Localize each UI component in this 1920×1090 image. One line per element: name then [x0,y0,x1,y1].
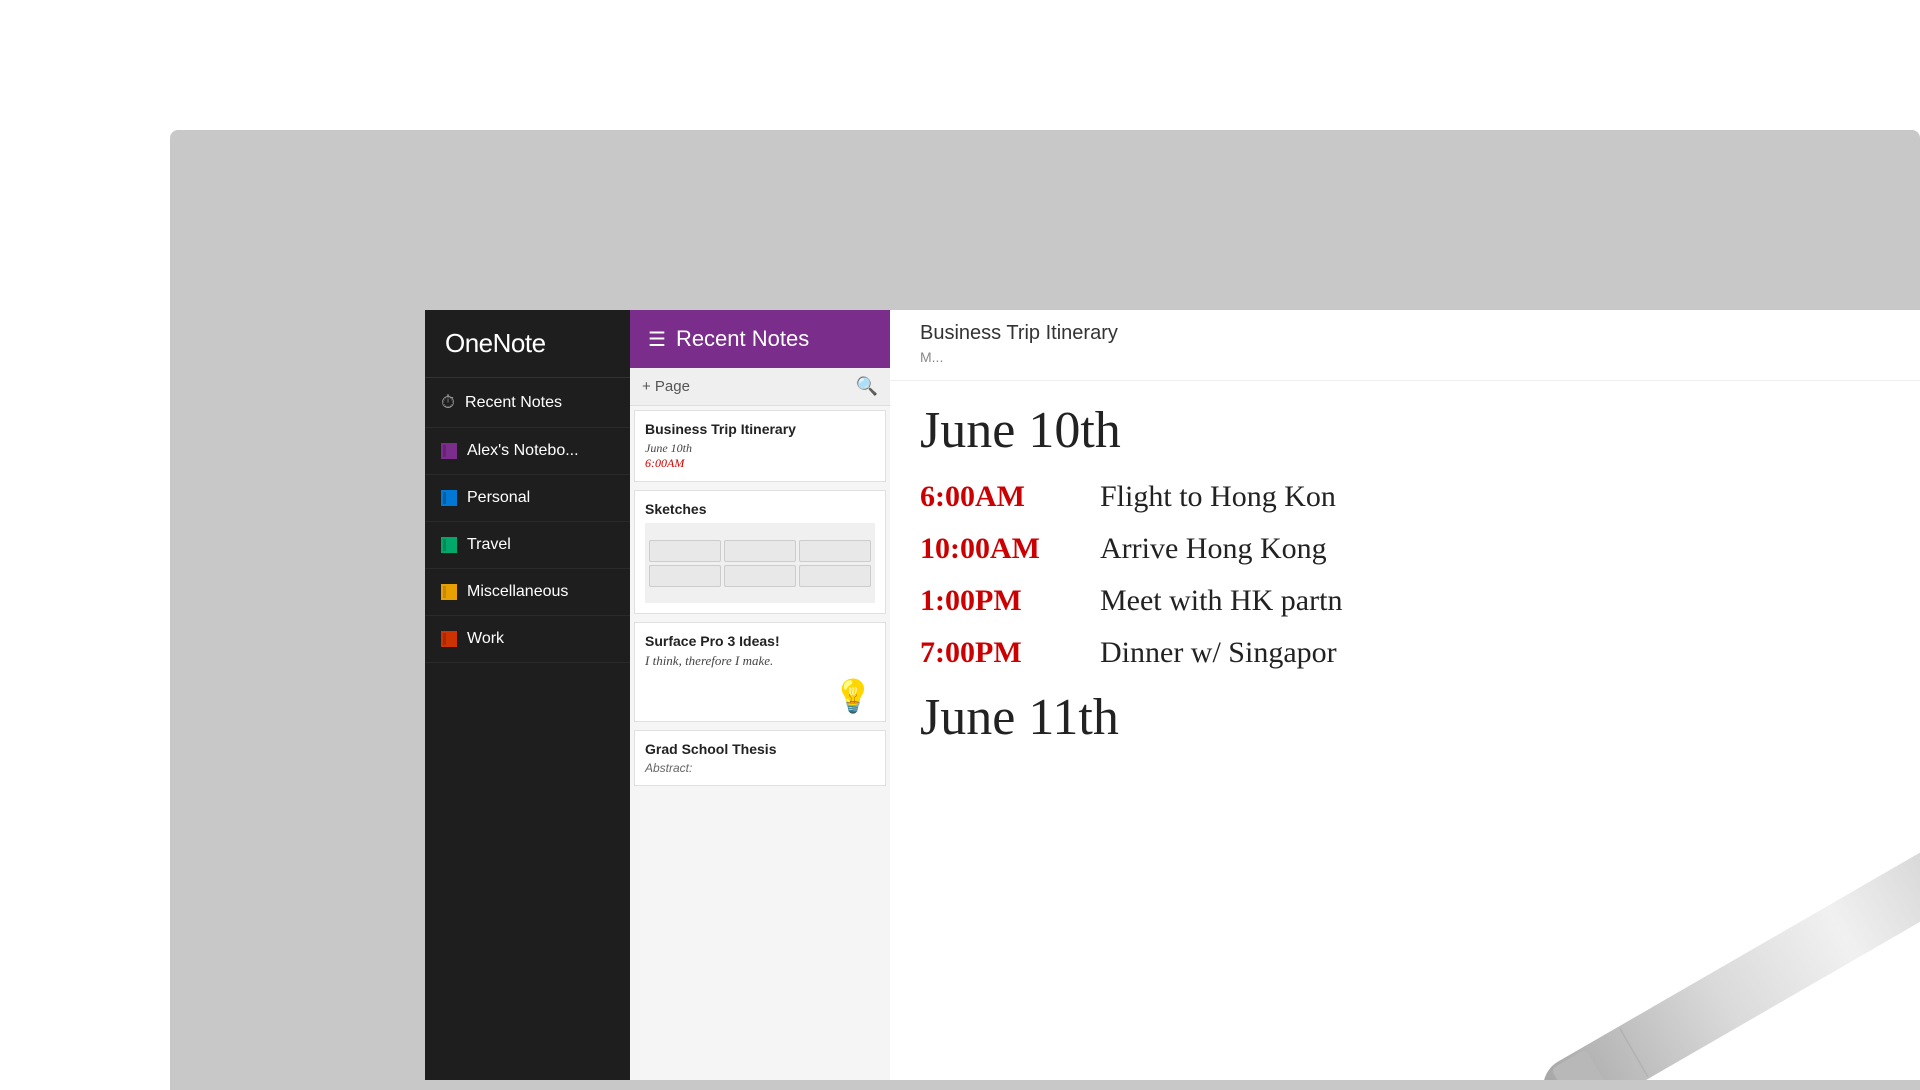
add-page-label: + Page [642,378,690,395]
pages-panel: ☰ Recent Notes + Page 🔍 Business Trip It… [630,310,890,1080]
page-item-surface-pro[interactable]: Surface Pro 3 Ideas! I think, therefore … [634,622,886,722]
time-entry-1: 6:00AM Flight to Hong Kon [920,480,1890,514]
notebook-icon-misc [441,584,457,600]
pages-toolbar: + Page 🔍 [630,368,890,406]
page-item-grad-school[interactable]: Grad School Thesis Abstract: [634,730,886,786]
sidebar-item-travel[interactable]: Travel [425,522,630,569]
page-preview-abstract: Abstract: [645,761,875,775]
time-desc-1: Flight to Hong Kon [1100,480,1336,514]
notebook-icon-personal [441,490,457,506]
sidebar-item-miscellaneous[interactable]: Miscellaneous [425,569,630,616]
lightbulb-icon: 💡 [833,677,873,715]
page-preview-time: 6:00AM [645,456,875,471]
page-title-grad-school: Grad School Thesis [645,741,875,757]
page-title-sketches: Sketches [645,501,875,517]
time-label-2: 10:00AM [920,532,1080,566]
sketch-box-2 [724,540,796,562]
sidebar-item-work-label: Work [467,630,504,648]
sidebar-item-travel-label: Travel [467,536,511,554]
sketch-grid [645,536,875,591]
note-header-sub: M... [920,349,943,365]
page-item-business-trip[interactable]: Business Trip Itinerary June 10th 6:00AM [634,410,886,482]
search-button[interactable]: 🔍 [856,376,878,397]
sidebar-item-alexs-notebook[interactable]: Alex's Notebo... [425,428,630,475]
pages-header: ☰ Recent Notes [630,310,890,368]
sidebar-item-personal-label: Personal [467,489,530,507]
sidebar-item-recent-label: Recent Notes [465,394,562,412]
top-white-margin [0,0,1920,135]
time-entry-2: 10:00AM Arrive Hong Kong [920,532,1890,566]
pages-panel-title: Recent Notes [676,326,809,352]
main-content: Business Trip Itinerary M... June 10th 6… [890,310,1920,1080]
search-icon: 🔍 [856,376,878,396]
sidebar: OneNote ⏱ Recent Notes Alex's Notebo... … [425,310,630,1080]
app-title: OneNote [425,310,630,378]
time-entry-4: 7:00PM Dinner w/ Singapor [920,636,1890,670]
sidebar-item-recent[interactable]: ⏱ Recent Notes [425,378,630,428]
sidebar-item-work[interactable]: Work [425,616,630,663]
notebook-icon-work [441,631,457,647]
note-content: June 10th 6:00AM Flight to Hong Kon 10:0… [890,381,1920,767]
time-desc-3: Meet with HK partn [1100,584,1342,618]
sketch-box-1 [649,540,721,562]
time-label-4: 7:00PM [920,636,1080,670]
sidebar-item-misc-label: Miscellaneous [467,583,568,601]
notebook-icon-alex [441,443,457,459]
recent-icon: ⏱ [441,392,455,413]
page-title-business-trip: Business Trip Itinerary [645,421,875,437]
page-title-surface-pro: Surface Pro 3 Ideas! [645,633,875,649]
sidebar-item-personal[interactable]: Personal [425,475,630,522]
sketch-box-6 [799,565,871,587]
add-page-button[interactable]: + Page [642,378,690,395]
time-label-3: 1:00PM [920,584,1080,618]
time-desc-2: Arrive Hong Kong [1100,532,1327,566]
time-entry-3: 1:00PM Meet with HK partn [920,584,1890,618]
note-header-title: Business Trip Itinerary [920,322,1118,344]
time-label-1: 6:00AM [920,480,1080,514]
menu-icon[interactable]: ☰ [648,327,666,352]
sketch-box-4 [649,565,721,587]
page-preview-date: June 10th [645,441,875,456]
page-preview-surface: I think, therefore I make. [645,653,875,669]
time-desc-4: Dinner w/ Singapor [1100,636,1337,670]
sketch-box-3 [799,540,871,562]
sketches-thumbnail [645,523,875,603]
page-item-sketches[interactable]: Sketches [634,490,886,614]
app-screen: OneNote ⏱ Recent Notes Alex's Notebo... … [425,310,1920,1080]
date-heading-2: June 11th [920,688,1890,747]
date-heading-1: June 10th [920,401,1890,460]
sidebar-item-alexs-label: Alex's Notebo... [467,442,579,460]
notebook-icon-travel [441,537,457,553]
sketch-box-5 [724,565,796,587]
content-header: Business Trip Itinerary M... [890,310,1920,381]
